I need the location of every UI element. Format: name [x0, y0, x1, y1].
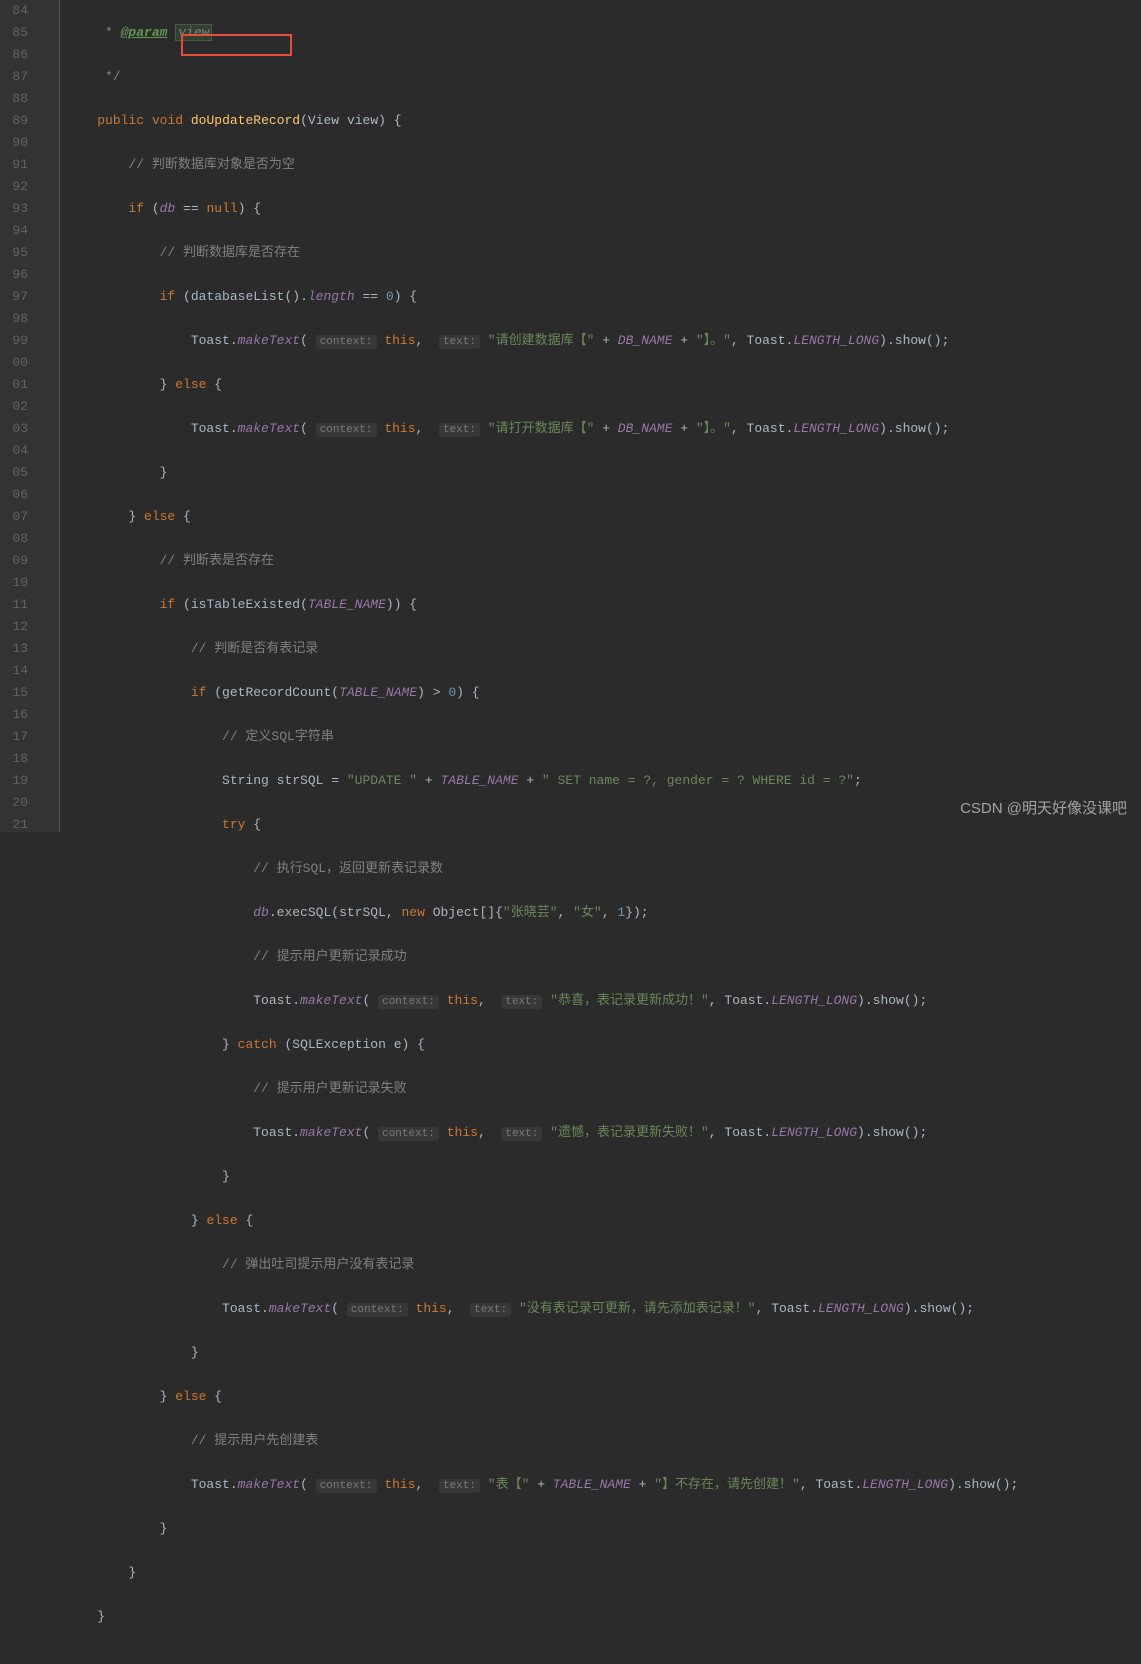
- watermark: CSDN @明天好像没课吧: [960, 798, 1127, 820]
- line-number: 94: [0, 220, 28, 242]
- line-number: 05: [0, 462, 28, 484]
- line-number: 85: [0, 22, 28, 44]
- line-number: 12: [0, 616, 28, 638]
- keyword-void: void: [152, 113, 183, 128]
- line-number: 09: [0, 550, 28, 572]
- line-number: 17: [0, 726, 28, 748]
- line-number: 01: [0, 374, 28, 396]
- line-number: 88: [0, 88, 28, 110]
- line-number: 93: [0, 198, 28, 220]
- line-number: 13: [0, 638, 28, 660]
- comment: // 定义SQL字符串: [222, 729, 334, 744]
- comment: // 弹出吐司提示用户没有表记录: [222, 1257, 414, 1272]
- line-number: 86: [0, 44, 28, 66]
- comment: // 提示用户更新记录失败: [253, 1081, 406, 1096]
- line-number: 06: [0, 484, 28, 506]
- line-number: 98: [0, 308, 28, 330]
- line-number: 02: [0, 396, 28, 418]
- line-number: 10: [0, 572, 28, 594]
- line-number: 03: [0, 418, 28, 440]
- line-number: 11: [0, 594, 28, 616]
- line-number: 95: [0, 242, 28, 264]
- line-number: 19: [0, 770, 28, 792]
- line-number: 15: [0, 682, 28, 704]
- comment: // 判断数据库对象是否为空: [128, 157, 294, 172]
- line-number: 87: [0, 66, 28, 88]
- line-number: 97: [0, 286, 28, 308]
- line-number: 08: [0, 528, 28, 550]
- line-number: 91: [0, 154, 28, 176]
- code-area[interactable]: * @param view */ public void doUpdateRec…: [60, 0, 1141, 832]
- comment: // 执行SQL，返回更新表记录数: [253, 861, 443, 876]
- toast-call: Toast.makeText( context: this, text: "表【…: [191, 1477, 1018, 1492]
- doc-comment: * @param view: [97, 24, 212, 41]
- keyword-public: public: [97, 113, 144, 128]
- line-number: 04: [0, 440, 28, 462]
- line-number-gutter: 84 85 86 87 88 89 90 91 92 93 94 95 96 9…: [0, 0, 36, 832]
- line-number: 96: [0, 264, 28, 286]
- toast-call: Toast.makeText( context: this, text: "请创…: [191, 333, 950, 348]
- code-editor[interactable]: 84 85 86 87 88 89 90 91 92 93 94 95 96 9…: [0, 0, 1141, 832]
- toast-call: Toast.makeText( context: this, text: "请打…: [191, 421, 950, 436]
- line-number: 89: [0, 110, 28, 132]
- line-number: 20: [0, 792, 28, 814]
- line-number: 21: [0, 814, 28, 836]
- line-number: 99: [0, 330, 28, 352]
- comment: // 判断是否有表记录: [191, 641, 318, 656]
- line-number: 14: [0, 660, 28, 682]
- line-number: 16: [0, 704, 28, 726]
- comment: // 判断数据库是否存在: [160, 245, 300, 260]
- fold-gutter: [36, 0, 60, 832]
- method-name: doUpdateRecord: [191, 113, 300, 128]
- comment: // 判断表是否存在: [160, 553, 274, 568]
- doc-close: */: [97, 69, 120, 84]
- line-number: 00: [0, 352, 28, 374]
- toast-call: Toast.makeText( context: this, text: "恭喜…: [253, 993, 927, 1008]
- comment: // 提示用户先创建表: [191, 1433, 318, 1448]
- comment: // 提示用户更新记录成功: [253, 949, 406, 964]
- line-number: 07: [0, 506, 28, 528]
- line-number: 18: [0, 748, 28, 770]
- toast-call: Toast.makeText( context: this, text: "遗憾…: [253, 1125, 927, 1140]
- line-number: 92: [0, 176, 28, 198]
- line-number: 90: [0, 132, 28, 154]
- line-number: 84: [0, 0, 28, 22]
- toast-call: Toast.makeText( context: this, text: "没有…: [222, 1301, 974, 1316]
